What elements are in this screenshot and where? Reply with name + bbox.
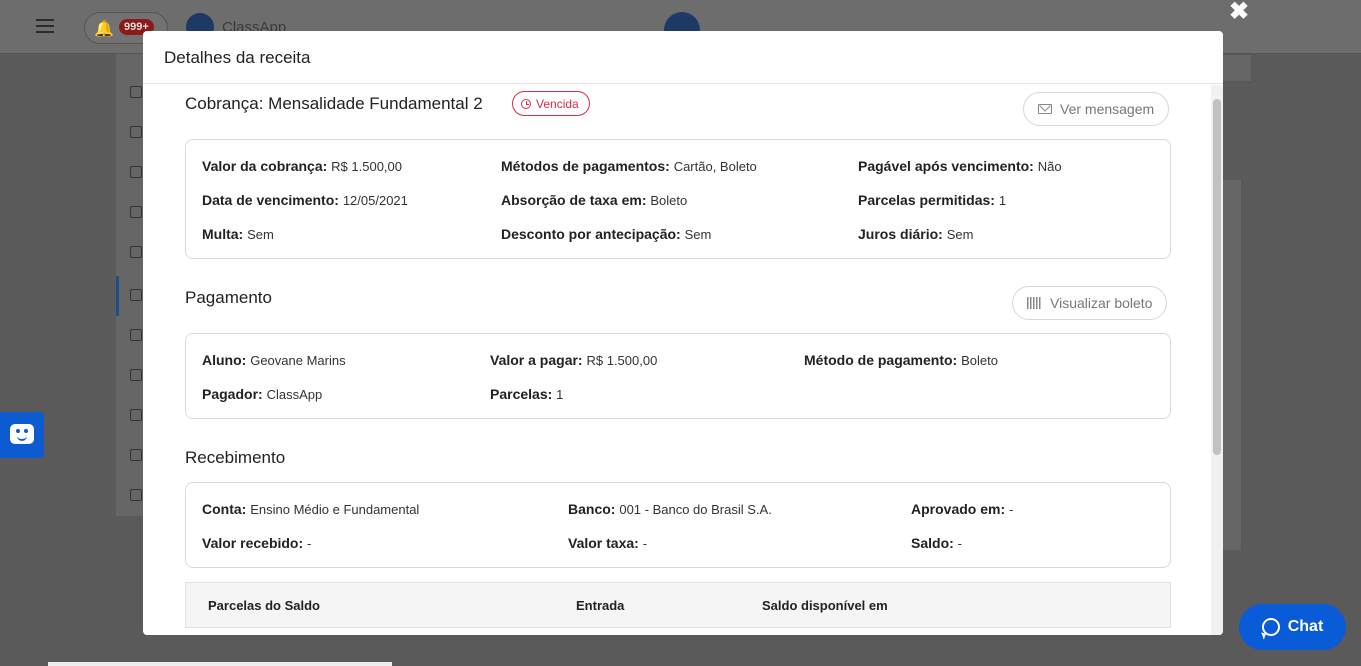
field-valor-a-pagar: Valor a pagar: R$ 1.500,00 bbox=[490, 352, 658, 368]
helper-button[interactable] bbox=[0, 412, 44, 458]
field-data-vencimento: Data de vencimento: 12/05/2021 bbox=[202, 192, 408, 208]
cobranca-title: Cobrança: Mensalidade Fundamental 2 bbox=[185, 94, 483, 113]
field-valor-recebido: Valor recebido: - bbox=[202, 535, 312, 551]
revenue-details-modal: Detalhes da receita Cobrança: Mensalidad… bbox=[143, 31, 1223, 635]
sidebar-item-icon[interactable] bbox=[130, 246, 142, 258]
sidebar-item-icon[interactable] bbox=[130, 329, 142, 341]
ver-mensagem-label: Ver mensagem bbox=[1060, 101, 1155, 117]
saldo-table-header: Parcelas do Saldo Entrada Saldo disponív… bbox=[185, 582, 1171, 628]
helper-icon bbox=[10, 424, 34, 444]
sidebar-item-icon[interactable] bbox=[130, 166, 142, 178]
sidebar-item-icon[interactable] bbox=[130, 409, 142, 421]
sidebar-item-icon[interactable] bbox=[130, 369, 142, 381]
field-absorcao-taxa: Absorção de taxa em: Boleto bbox=[501, 192, 688, 208]
chat-button[interactable]: Chat bbox=[1239, 604, 1346, 650]
field-aprovado-em: Aprovado em: - bbox=[911, 501, 1014, 517]
field-banco: Banco: 001 - Banco do Brasil S.A. bbox=[568, 501, 772, 517]
hamburger-icon[interactable] bbox=[36, 19, 54, 33]
barcode-icon bbox=[1027, 297, 1042, 309]
sidebar-item-icon[interactable] bbox=[130, 449, 142, 461]
scrollbar-thumb[interactable] bbox=[1213, 99, 1221, 455]
recebimento-title: Recebimento bbox=[185, 448, 286, 467]
sidebar-item-icon[interactable] bbox=[130, 489, 142, 501]
table-header-entrada: Entrada bbox=[576, 598, 625, 613]
field-metodo-pagamento: Método de pagamento: Boleto bbox=[804, 352, 998, 368]
close-icon[interactable]: ✖ bbox=[1229, 0, 1249, 24]
field-valor-taxa: Valor taxa: - bbox=[568, 535, 648, 551]
table-header-saldo-disponivel: Saldo disponível em bbox=[762, 598, 888, 613]
sidebar-active-indicator bbox=[116, 276, 119, 316]
status-badge-label: Vencida bbox=[536, 96, 579, 111]
mail-icon bbox=[1038, 104, 1052, 114]
pagamento-title: Pagamento bbox=[185, 288, 272, 307]
recebimento-card: Conta: Ensino Médio e Fundamental Banco:… bbox=[185, 482, 1171, 568]
field-metodos-pagamento: Métodos de pagamentos: Cartão, Boleto bbox=[501, 158, 757, 174]
chat-label: Chat bbox=[1287, 618, 1324, 635]
table-header-parcelas-saldo: Parcelas do Saldo bbox=[208, 598, 320, 613]
field-juros-diario: Juros diário: Sem bbox=[858, 226, 974, 242]
field-valor-cobranca: Valor da cobrança: R$ 1.500,00 bbox=[202, 158, 403, 174]
sidebar-item-icon[interactable] bbox=[130, 289, 142, 301]
bell-icon: 🔔 bbox=[94, 21, 114, 38]
ver-mensagem-button[interactable]: Ver mensagem bbox=[1023, 92, 1170, 126]
field-saldo: Saldo: - bbox=[911, 535, 963, 551]
cobranca-card: Valor da cobrança: R$ 1.500,00 Métodos d… bbox=[185, 139, 1171, 259]
pagamento-card: Aluno: Geovane Marins Valor a pagar: R$ … bbox=[185, 333, 1171, 419]
field-pagador: Pagador: ClassApp bbox=[202, 386, 323, 402]
sidebar-item-icon[interactable] bbox=[130, 206, 142, 218]
sidebar-item-icon[interactable] bbox=[130, 86, 142, 98]
status-badge: Vencida bbox=[512, 91, 590, 116]
field-parcelas-permitidas: Parcelas permitidas: 1 bbox=[858, 192, 1007, 208]
field-pagavel-apos: Pagável após vencimento: Não bbox=[858, 158, 1062, 174]
field-multa: Multa: Sem bbox=[202, 226, 274, 242]
background-right-column bbox=[1222, 180, 1242, 550]
chat-icon bbox=[1261, 618, 1280, 636]
background-right-panel bbox=[1222, 54, 1252, 82]
modal-body: Cobrança: Mensalidade Fundamental 2 Venc… bbox=[143, 85, 1223, 635]
clock-icon bbox=[521, 98, 531, 109]
sidebar-item-icon[interactable] bbox=[130, 126, 142, 138]
modal-scrollbar[interactable] bbox=[1211, 85, 1223, 635]
visualizar-boleto-button[interactable]: Visualizar boleto bbox=[1012, 286, 1168, 320]
field-conta: Conta: Ensino Médio e Fundamental bbox=[202, 501, 420, 517]
modal-title: Detalhes da receita bbox=[143, 31, 1223, 84]
visualizar-boleto-label: Visualizar boleto bbox=[1050, 295, 1153, 311]
field-parcelas: Parcelas: 1 bbox=[490, 386, 564, 402]
field-desconto-antecipacao: Desconto por antecipação: Sem bbox=[501, 226, 712, 242]
field-aluno: Aluno: Geovane Marins bbox=[202, 352, 346, 368]
background-bottom-bar bbox=[48, 662, 392, 666]
